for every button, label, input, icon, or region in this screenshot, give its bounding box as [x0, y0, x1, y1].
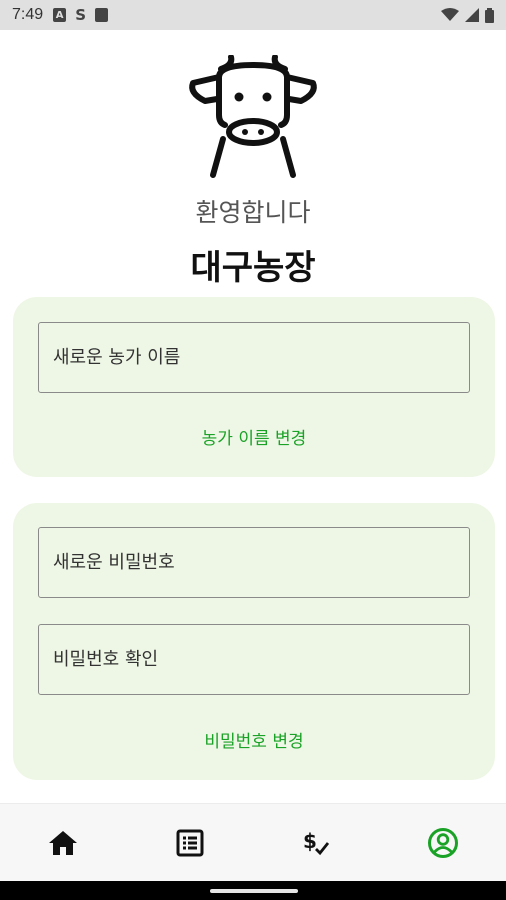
home-icon	[49, 830, 78, 855]
farm-name-card: 농가 이름 변경	[13, 297, 495, 477]
notification-a-icon: A	[53, 8, 67, 22]
signal-icon	[465, 8, 479, 22]
nav-list-button[interactable]	[160, 813, 220, 873]
notification-s-icon: S	[75, 6, 87, 24]
change-password-button[interactable]: 비밀번호 변경	[13, 727, 495, 752]
farm-name-field[interactable]	[38, 322, 470, 393]
battery-icon	[485, 7, 494, 23]
status-bar: 7:49 A S	[0, 0, 506, 30]
nav-payment-button[interactable]: $	[286, 813, 346, 873]
farm-name-title: 대구농장	[190, 248, 316, 288]
cow-logo-icon	[189, 55, 317, 178]
list-icon	[176, 829, 204, 856]
new-password-field[interactable]	[38, 527, 470, 598]
confirm-password-input[interactable]	[53, 649, 469, 670]
bottom-nav: $	[0, 803, 506, 881]
payment-check-icon: $	[303, 829, 330, 855]
farm-name-input[interactable]	[53, 347, 469, 368]
status-right-icons	[441, 7, 494, 23]
gesture-bar	[0, 881, 506, 900]
svg-text:$: $	[303, 829, 317, 853]
change-farm-name-button[interactable]: 농가 이름 변경	[13, 424, 495, 449]
nav-home-button[interactable]	[33, 813, 93, 873]
new-password-input[interactable]	[53, 552, 469, 573]
confirm-password-field[interactable]	[38, 624, 470, 695]
wifi-icon	[441, 8, 459, 21]
status-time: 7:49	[12, 6, 44, 23]
welcome-text: 환영합니다	[195, 198, 311, 227]
home-indicator[interactable]	[210, 889, 298, 893]
sd-card-icon	[95, 8, 109, 22]
nav-account-button[interactable]	[413, 813, 473, 873]
password-card: 비밀번호 변경	[13, 503, 495, 780]
account-icon	[427, 827, 458, 858]
